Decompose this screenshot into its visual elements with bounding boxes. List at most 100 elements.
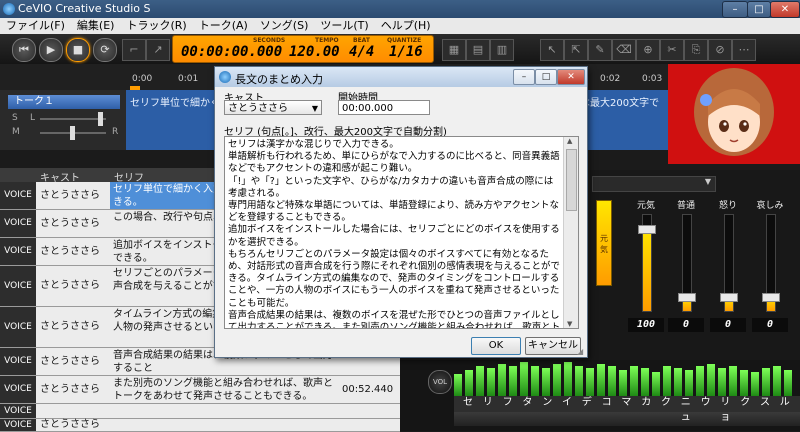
cast-cell[interactable]: さとうささら (36, 182, 114, 209)
cast-cell[interactable]: さとうささら (36, 238, 114, 265)
channel-value[interactable]: 100 (628, 318, 664, 332)
dialog-minimize-button[interactable]: – (513, 69, 535, 85)
minimize-button[interactable]: – (722, 1, 748, 18)
beat-readout[interactable]: 4/4 (349, 44, 374, 60)
seconds-readout[interactable]: 00:00:00.000 (181, 44, 282, 60)
cast-cell[interactable]: さとうささら (36, 376, 114, 403)
time-cell[interactable] (338, 419, 400, 431)
scissors-tool-icon[interactable]: ✂ (660, 39, 684, 61)
channel-handle[interactable] (720, 292, 738, 302)
volume-slider-track[interactable] (40, 118, 106, 120)
play-icon[interactable]: ▶ (39, 38, 63, 62)
level-bar (586, 368, 594, 396)
cancel-button[interactable]: キャンセル (525, 337, 581, 355)
stop-icon[interactable]: ■ (66, 38, 90, 62)
phoneme-label[interactable]: マ (620, 393, 632, 408)
phoneme-label[interactable]: ニュ (680, 393, 692, 423)
phoneme-label[interactable]: ク (739, 393, 751, 408)
channel-value[interactable]: 0 (710, 318, 746, 332)
cast-select[interactable]: さとうささら ▼ (224, 100, 322, 115)
pointer-tool-icon[interactable]: ↖ (540, 39, 564, 61)
close-button[interactable]: ✕ (770, 1, 800, 18)
phoneme-label[interactable]: ク (660, 393, 672, 408)
channel-value[interactable]: 0 (752, 318, 788, 332)
mute-tool-icon[interactable]: ⊘ (708, 39, 732, 61)
serif-cell[interactable] (110, 419, 338, 431)
cast-cell[interactable] (36, 404, 110, 418)
time-cell[interactable]: 00:52.440 (338, 376, 404, 403)
rewind-icon[interactable]: ⏮ (12, 38, 36, 62)
emotion-channel: 普通 0 (666, 198, 706, 338)
loop-icon[interactable]: ⟳ (93, 38, 117, 62)
menu-file[interactable]: ファイル(F) (0, 18, 71, 34)
pan-slider-handle[interactable] (70, 126, 75, 140)
cast-cell[interactable]: さとうささら (36, 419, 114, 431)
tool-b-icon[interactable]: ▤ (466, 39, 490, 61)
dialog-maximize-button[interactable]: □ (535, 69, 557, 85)
table-row[interactable]: VOICE さとうささら (0, 419, 400, 432)
tool-c-icon[interactable]: ▥ (490, 39, 514, 61)
phoneme-label[interactable]: コ (601, 393, 613, 408)
channel-handle[interactable] (678, 292, 696, 302)
solo-label[interactable]: S (12, 113, 18, 123)
table-row[interactable]: VOICE (0, 404, 400, 419)
dialog-close-button[interactable]: ✕ (557, 69, 585, 85)
resize-grip-icon[interactable]: ◢ (577, 347, 583, 356)
serif-cell[interactable]: また別売のソング機能と組み合わせれば、歌声とトークをあわせて発声させることもでき… (110, 376, 338, 403)
zoom-tool-icon[interactable]: ⊕ (636, 39, 660, 61)
scroll-down-icon[interactable]: ▼ (567, 320, 572, 328)
phoneme-label[interactable]: フ (502, 393, 514, 408)
tempo-readout[interactable]: 120.00 (289, 44, 340, 60)
time-cell[interactable] (338, 404, 400, 418)
preset-dropdown[interactable]: ▼ (592, 176, 716, 192)
phoneme-label[interactable]: タ (521, 393, 533, 408)
mute-label[interactable]: M (12, 127, 20, 137)
phoneme-label[interactable]: ス (759, 393, 771, 408)
channel-value[interactable]: 0 (668, 318, 704, 332)
cast-cell[interactable]: さとうささら (36, 266, 114, 306)
phoneme-label[interactable]: ン (541, 393, 553, 408)
curve-tool-icon[interactable]: ↗ (146, 39, 170, 61)
phoneme-label[interactable]: セ (462, 393, 474, 408)
serif-cell[interactable] (110, 404, 338, 418)
quantize-readout[interactable]: 1/16 (389, 44, 423, 60)
cast-cell[interactable]: さとうささら (36, 348, 114, 375)
start-time-input[interactable]: 00:00.000 (338, 100, 430, 115)
select-tool-icon[interactable]: ⇱ (564, 39, 588, 61)
menu-talk[interactable]: トーク(A) (193, 18, 254, 34)
phoneme-label[interactable]: リ (482, 393, 494, 408)
channel-handle[interactable] (638, 225, 656, 235)
glue-tool-icon[interactable]: ⎘ (684, 39, 708, 61)
menu-edit[interactable]: 編集(E) (71, 18, 121, 34)
menu-track[interactable]: トラック(R) (120, 18, 192, 34)
channel-handle[interactable] (762, 292, 780, 302)
phoneme-label[interactable]: カ (640, 393, 652, 408)
menu-help[interactable]: ヘルプ(H) (375, 18, 437, 34)
pen-tool-icon[interactable]: ✎ (588, 39, 612, 61)
maximize-button[interactable]: □ (747, 1, 771, 18)
phoneme-label[interactable]: リョ (719, 393, 731, 423)
track-name[interactable]: トーク１ (8, 95, 120, 109)
serif-text[interactable]: セリフは漢字かな混じりで入力できる。 単語解析も行われるため、単にひらがなで入力… (228, 139, 562, 328)
volume-knob[interactable]: VOL (428, 370, 452, 394)
menu-song[interactable]: ソング(S) (254, 18, 315, 34)
menu-tools[interactable]: ツール(T) (314, 18, 374, 34)
cast-cell[interactable]: さとうささら (36, 307, 114, 347)
eraser-tool-icon[interactable]: ⌫ (612, 39, 636, 61)
phoneme-label[interactable]: ル (779, 393, 791, 408)
scroll-up-icon[interactable]: ▲ (567, 137, 572, 145)
serif-textarea[interactable]: セリフは漢字かな混じりで入力できる。 単語解析も行われるため、単にひらがなで入力… (224, 136, 579, 329)
cast-cell[interactable]: さとうささら (36, 210, 114, 237)
phoneme-label[interactable]: ウ (700, 393, 712, 408)
phoneme-label[interactable]: イ (561, 393, 573, 408)
ok-button[interactable]: OK (471, 337, 521, 355)
level-bar (498, 364, 506, 396)
volume-slider-handle[interactable] (98, 112, 103, 126)
scrollbar-thumb[interactable] (566, 149, 577, 211)
edit-tool-icon[interactable]: ⌐ (122, 39, 146, 61)
tool-a-icon[interactable]: ▦ (442, 39, 466, 61)
phoneme-label[interactable]: デ (581, 393, 593, 408)
table-row[interactable]: VOICE さとうささら また別売のソング機能と組み合わせれば、歌声とトークをあ… (0, 376, 400, 404)
extra-tool-icon[interactable]: ⋯ (732, 39, 756, 61)
textarea-scrollbar[interactable]: ▲ ▼ (563, 137, 578, 328)
